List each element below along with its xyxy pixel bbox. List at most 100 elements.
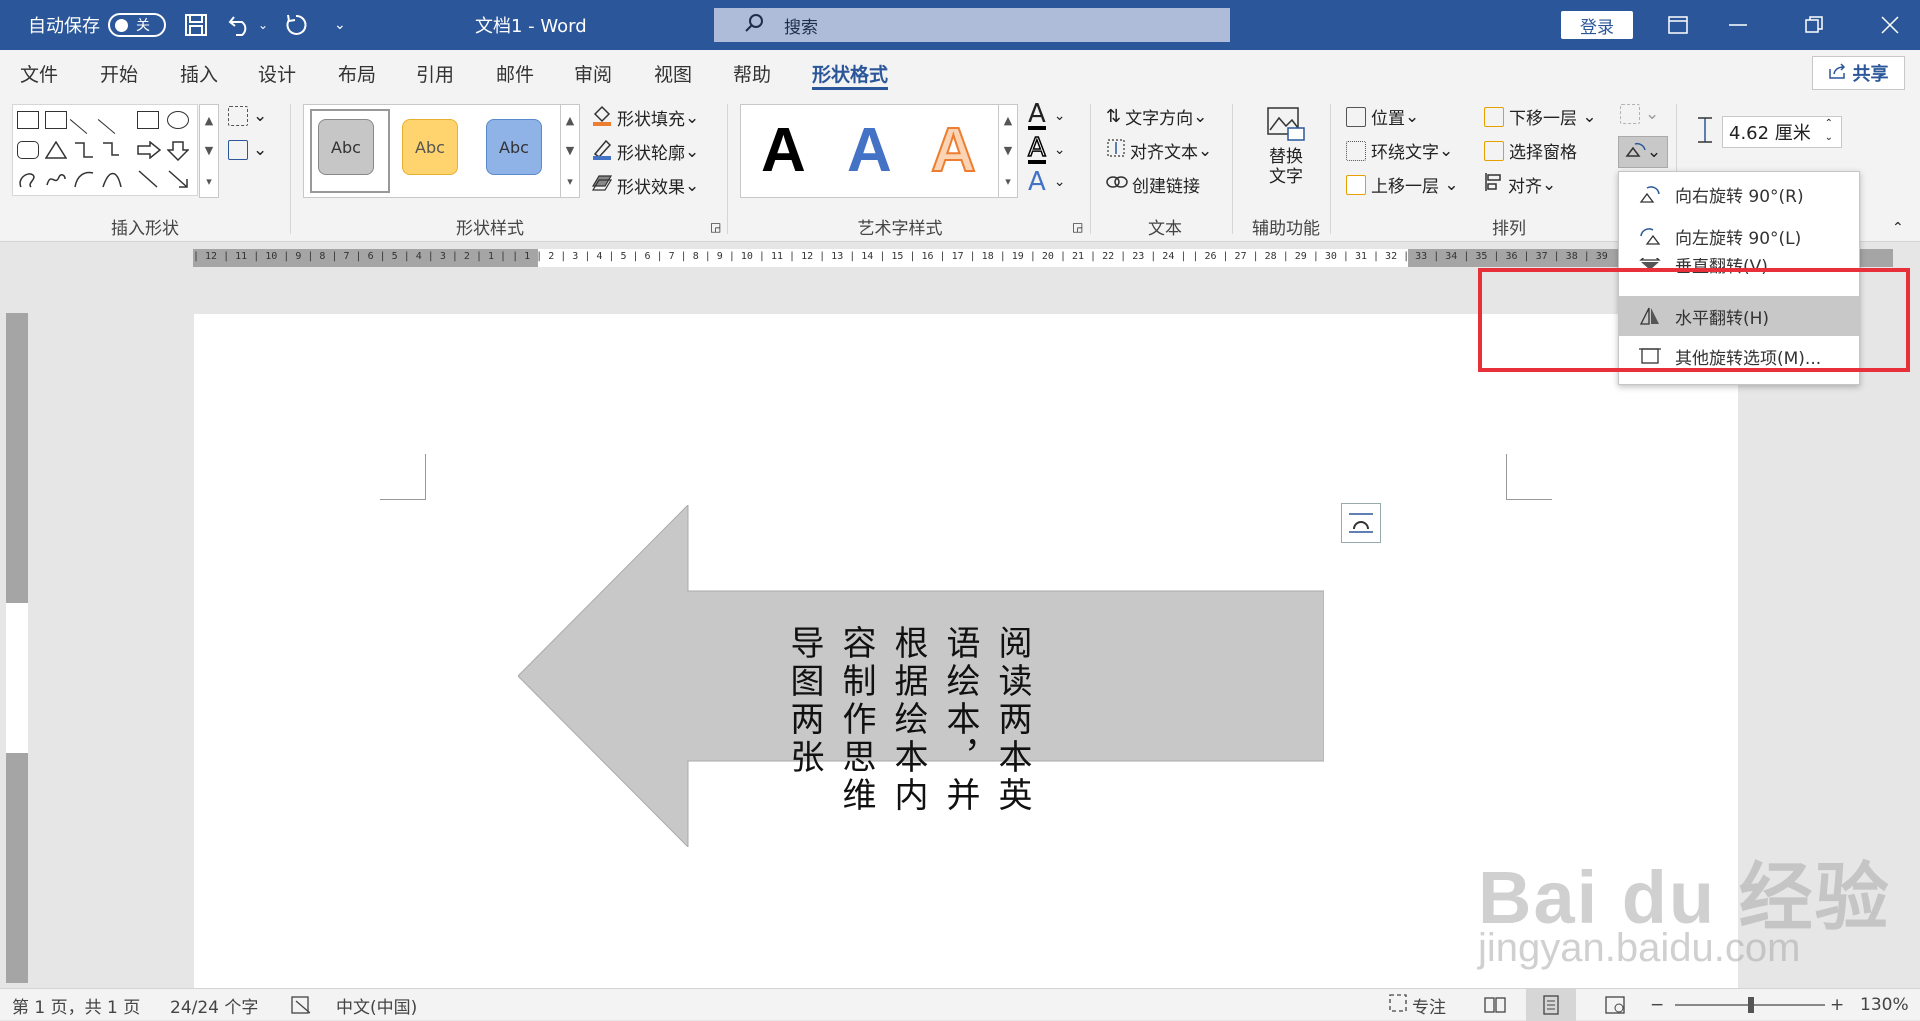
customize-qat-icon[interactable]: ⌄ <box>334 0 346 50</box>
shapes-gallery[interactable] <box>12 104 198 196</box>
style-swatch-gold[interactable]: Abc <box>402 119 458 175</box>
language[interactable]: 中文(中国) <box>336 989 417 1021</box>
diagonal-arrow-icon[interactable] <box>167 169 189 188</box>
zoom-out-icon[interactable]: − <box>1650 989 1664 1021</box>
menu-item-rotate-right[interactable]: 向右旋转 90°(R) <box>1619 174 1859 214</box>
arc-shape-icon[interactable] <box>73 169 95 188</box>
read-mode-icon[interactable] <box>1484 989 1506 1021</box>
shape-styles-scroll[interactable]: ▲ ▼ ▾ <box>560 104 580 198</box>
elbow-connector-icon[interactable] <box>73 141 95 159</box>
scroll-down-icon[interactable]: ▼ <box>566 144 574 157</box>
shape-effects-button[interactable]: 形状效果 ⌄ <box>591 172 699 199</box>
more-icon[interactable]: ▾ <box>1005 175 1011 188</box>
scroll-up-icon[interactable]: ▲ <box>1004 114 1012 127</box>
print-layout-icon[interactable] <box>1526 989 1576 1021</box>
send-backward-button[interactable]: 下移一层 ⌄ <box>1484 104 1597 129</box>
autosave-group[interactable]: 自动保存 关 <box>28 0 166 50</box>
login-button[interactable]: 登录 <box>1561 11 1633 39</box>
tab-view[interactable]: 视图 <box>654 50 692 96</box>
bring-forward-button[interactable]: 上移一层 ⌄ <box>1346 172 1459 197</box>
tab-help[interactable]: 帮助 <box>733 50 771 96</box>
vertical-ruler[interactable] <box>6 313 28 983</box>
group-objects-button[interactable]: ⌄ <box>1620 104 1659 124</box>
elbow-arrow-connector-icon[interactable] <box>101 141 123 159</box>
zoom-level[interactable]: 130% <box>1860 989 1909 1021</box>
selection-pane-button[interactable]: 选择窗格 <box>1484 138 1577 163</box>
page-count[interactable]: 第 1 页，共 1 页 <box>12 989 140 1021</box>
align-button[interactable]: 对齐 ⌄ <box>1484 172 1556 197</box>
create-link-button[interactable]: 创建链接 <box>1106 172 1200 197</box>
edit-shape-button[interactable]: ⌄ <box>228 106 267 126</box>
focus-button[interactable]: 专注 <box>1388 989 1446 1021</box>
layout-options-icon[interactable] <box>1341 503 1381 543</box>
align-text-button[interactable]: 对齐文本 ⌄ <box>1106 138 1212 163</box>
restore-icon[interactable] <box>1784 0 1844 50</box>
dialog-launcher-icon[interactable]: ◲ <box>1072 220 1083 234</box>
wordart-orange-outline[interactable]: A <box>930 115 977 186</box>
wordart-gallery[interactable]: A A A <box>740 104 1002 198</box>
tab-mailings[interactable]: 邮件 <box>496 50 534 96</box>
dialog-launcher-icon[interactable]: ◲ <box>710 220 721 234</box>
style-swatch-gray[interactable]: Abc <box>318 119 374 175</box>
rectangle-shape-icon[interactable] <box>137 111 159 129</box>
rotate-button[interactable]: ⌄ <box>1618 136 1668 168</box>
zoom-slider-thumb[interactable] <box>1748 997 1754 1013</box>
proofing-icon[interactable] <box>290 989 312 1021</box>
scroll-up-icon[interactable]: ▲ <box>566 114 574 127</box>
left-arrow-shape[interactable]: 阅读两本英语绘本，并根据绘本内容制作思维导图两张 <box>517 503 1325 849</box>
spinner-icon[interactable]: ⌃ ⌄ <box>1825 117 1833 145</box>
text-outline-button[interactable]: A ⌄ <box>1027 134 1066 164</box>
tab-layout[interactable]: 布局 <box>338 50 376 96</box>
draw-textbox-button[interactable]: ⌄ <box>228 140 267 160</box>
rounded-rect-shape-icon[interactable] <box>17 141 39 159</box>
shape-height-input[interactable]: 4.62 厘米 ⌃ ⌄ <box>1722 116 1842 148</box>
tab-review[interactable]: 审阅 <box>574 50 612 96</box>
ribbon-display-icon[interactable] <box>1648 0 1708 50</box>
vertical-textbox-shape-icon[interactable] <box>45 111 67 129</box>
curve-shape-icon[interactable] <box>101 169 123 188</box>
minimize-icon[interactable] <box>1708 0 1768 50</box>
web-layout-icon[interactable] <box>1604 989 1626 1021</box>
undo-icon[interactable]: ⌄ <box>228 0 268 50</box>
line-shape-icon[interactable] <box>69 106 99 134</box>
arrow-line-shape-icon[interactable] <box>97 106 127 134</box>
scribble-shape-icon[interactable] <box>45 169 67 187</box>
redo-icon[interactable] <box>284 0 308 50</box>
search-box[interactable]: 搜索 <box>714 8 1230 42</box>
shapes-gallery-scroll[interactable]: ▲ ▼ ▾ <box>199 104 219 198</box>
scroll-down-icon[interactable]: ▼ <box>205 144 213 157</box>
triangle-shape-icon[interactable] <box>44 140 68 159</box>
shape-outline-button[interactable]: 形状轮廓 ⌄ <box>591 138 699 165</box>
text-direction-button[interactable]: ⇅ 文字方向 ⌄ <box>1106 104 1207 129</box>
menu-item-rotate-left[interactable]: 向左旋转 90°(L) <box>1619 216 1859 256</box>
style-swatch-blue[interactable]: Abc <box>486 119 542 175</box>
scroll-up-icon[interactable]: ▲ <box>205 114 213 127</box>
textbox-shape-icon[interactable] <box>17 111 39 129</box>
wrap-text-button[interactable]: 环绕文字 ⌄ <box>1346 138 1453 163</box>
tab-home[interactable]: 开始 <box>100 50 138 96</box>
autosave-toggle[interactable]: 关 <box>108 13 166 37</box>
tab-design[interactable]: 设计 <box>258 50 296 96</box>
freeform-shape-icon[interactable] <box>17 169 39 188</box>
tab-file[interactable]: 文件 <box>20 50 58 96</box>
oval-shape-icon[interactable] <box>167 111 189 129</box>
more-icon[interactable]: ▾ <box>206 175 212 188</box>
save-icon[interactable] <box>184 0 208 50</box>
close-icon[interactable] <box>1860 0 1920 50</box>
diagonal-line-icon[interactable] <box>137 169 159 188</box>
arrow-text[interactable]: 阅读两本英语绘本，并根据绘本内容制作思维导图两张 <box>618 625 1038 847</box>
shape-styles-gallery[interactable]: Abc Abc Abc <box>303 104 561 198</box>
wordart-scroll[interactable]: ▲ ▼ ▾ <box>998 104 1018 198</box>
scroll-down-icon[interactable]: ▼ <box>1004 144 1012 157</box>
position-button[interactable]: 位置 ⌄ <box>1346 104 1419 129</box>
word-count[interactable]: 24/24 个字 <box>170 989 258 1021</box>
down-arrow-shape-icon[interactable] <box>166 141 190 162</box>
right-arrow-shape-icon[interactable] <box>137 140 162 160</box>
zoom-in-icon[interactable]: + <box>1830 989 1844 1021</box>
tab-insert[interactable]: 插入 <box>180 50 218 96</box>
tab-references[interactable]: 引用 <box>416 50 454 96</box>
tab-shape-format[interactable]: 形状格式 <box>812 50 889 96</box>
collapse-ribbon-icon[interactable]: ⌃ <box>1892 220 1904 236</box>
more-icon[interactable]: ▾ <box>567 175 573 188</box>
wordart-blue[interactable]: A <box>847 115 892 186</box>
